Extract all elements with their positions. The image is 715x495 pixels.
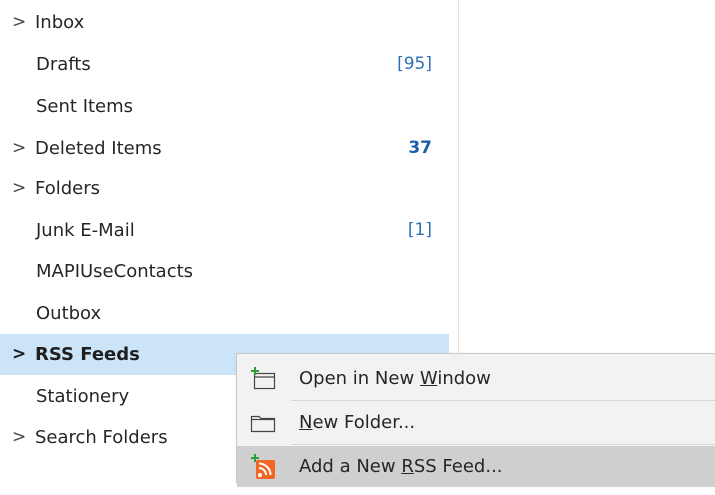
folder-label: Junk E-Mail (36, 220, 135, 241)
menu-item-new-folder[interactable]: New Folder... (237, 402, 715, 443)
folder-item-drafts[interactable]: Drafts [95] (0, 44, 458, 85)
menu-separator (291, 444, 715, 445)
item-count: [95] (397, 54, 432, 74)
folder-icon (249, 410, 277, 436)
chevron-right-icon[interactable]: > (12, 168, 26, 209)
menu-item-open-in-new-window[interactable]: Open in New Window (237, 358, 715, 399)
folder-label: Deleted Items (35, 138, 162, 159)
folder-label: Search Folders (35, 427, 168, 448)
menu-label: New Folder... (299, 412, 416, 433)
menu-label: Add a New RSS Feed... (299, 456, 503, 477)
unread-count: 37 (408, 138, 432, 158)
folder-label: Drafts (36, 54, 91, 75)
item-count: [1] (407, 220, 432, 240)
folder-item-mapiusecontacts[interactable]: MAPIUseContacts (0, 251, 458, 292)
folder-label: Inbox (35, 12, 85, 33)
new-window-icon (249, 366, 277, 392)
folder-label: MAPIUseContacts (36, 261, 194, 282)
folder-label: Outbox (36, 303, 102, 324)
folder-label: Stationery (36, 386, 130, 407)
folder-item-junk-email[interactable]: Junk E-Mail [1] (0, 210, 458, 251)
menu-item-add-new-rss-feed[interactable]: Add a New RSS Feed... (237, 446, 715, 487)
folder-item-inbox[interactable]: > Inbox (0, 2, 458, 43)
menu-separator (291, 400, 715, 401)
folder-item-outbox[interactable]: Outbox (0, 293, 458, 334)
folder-label: Sent Items (36, 96, 134, 117)
chevron-right-icon[interactable]: > (12, 417, 26, 458)
folder-item-deleted-items[interactable]: > Deleted Items 37 (0, 128, 458, 169)
folder-item-sent-items[interactable]: Sent Items (0, 86, 458, 127)
folder-item-folders[interactable]: > Folders (0, 168, 458, 209)
chevron-right-icon[interactable]: > (12, 2, 26, 43)
chevron-right-icon[interactable]: > (12, 334, 26, 375)
chevron-right-icon[interactable]: > (12, 128, 26, 169)
rss-add-icon (249, 454, 277, 480)
menu-label: Open in New Window (299, 368, 491, 389)
context-menu: Open in New Window New Folder... Add a N… (236, 353, 715, 487)
folder-label: RSS Feeds (35, 344, 140, 365)
folder-label: Folders (35, 178, 101, 199)
